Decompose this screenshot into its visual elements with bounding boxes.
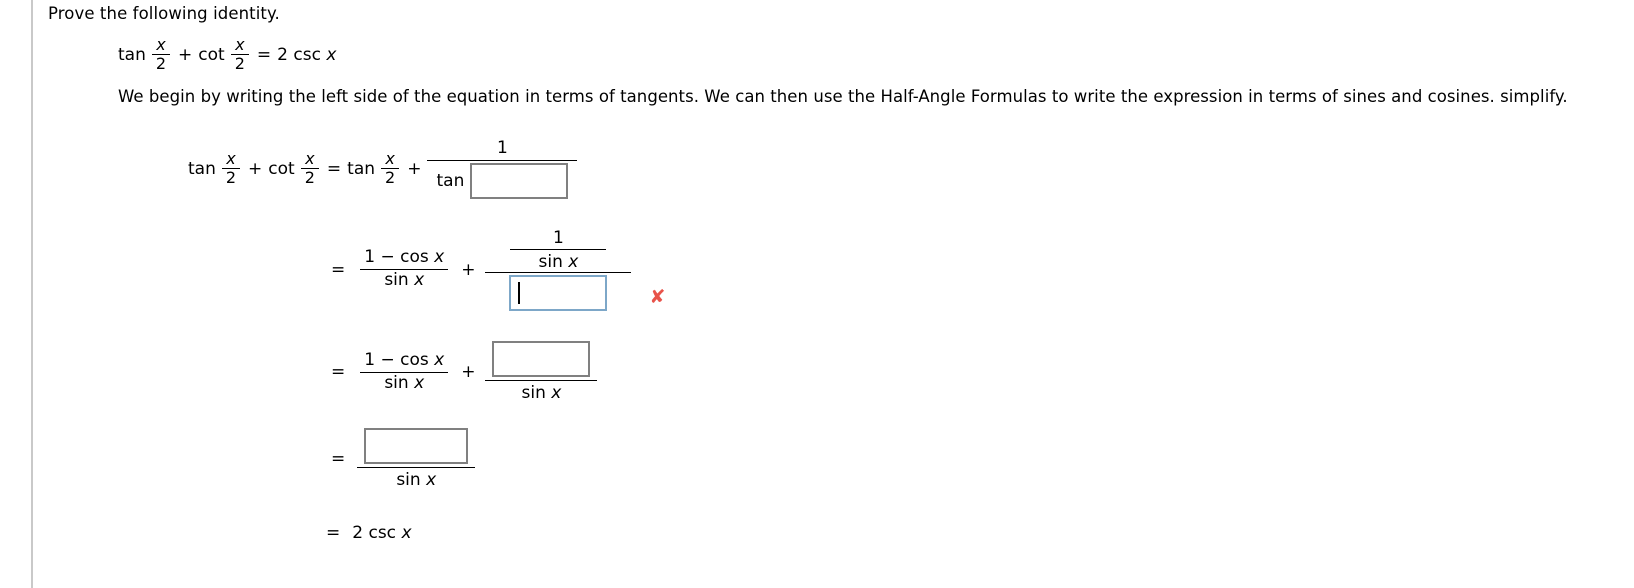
equals-sign: =: [326, 523, 341, 543]
numerator-x: x: [156, 35, 166, 54]
step-3-answer-input[interactable]: [492, 341, 591, 377]
fraction-x-over-2: x 2: [381, 148, 400, 188]
problem-page: Prove the following identity. tan x 2 + …: [0, 0, 1634, 588]
step-2-right-numerator-fraction: 1 sin x: [485, 228, 632, 273]
text-caret: [518, 282, 521, 304]
numerator-x: x: [305, 148, 315, 168]
plus-operator: +: [461, 362, 476, 382]
step-4-numerator-area: [357, 428, 476, 468]
step-3-numerator-area: [485, 341, 598, 381]
step-3-right-fraction: sin x: [485, 341, 598, 403]
denominator-2: 2: [151, 54, 171, 73]
inner-denominator: sin x: [538, 252, 579, 272]
fraction-x-over-2: x 2: [300, 148, 319, 188]
identity-right-side: 2 csc x: [277, 44, 337, 65]
denominator-2: 2: [230, 54, 249, 73]
denominator-2: 2: [381, 168, 400, 187]
step-4-answer-input[interactable]: [364, 428, 469, 464]
tan-label: tan: [188, 158, 216, 179]
step-2-left-numerator: 1 − cos x: [360, 248, 449, 270]
plus-operator: +: [248, 158, 263, 179]
step-3-left-fraction: 1 − cos x sin x: [360, 350, 449, 393]
sin-x-label: sin x: [396, 470, 437, 490]
identity-statement: tan x 2 + cot x 2 = 2 csc x: [118, 35, 337, 74]
step-1-denominator: tan: [431, 161, 575, 199]
cot-label: cot: [268, 158, 295, 179]
cot-label: cot: [198, 44, 225, 65]
step-2-answer-input[interactable]: [509, 275, 608, 311]
step-5-result: 2 csc x: [352, 523, 412, 543]
denominator-2: 2: [300, 168, 319, 187]
step-2-denominator-area: [503, 273, 613, 311]
step-4-fraction: sin x: [357, 428, 476, 490]
left-margin-rule: [31, 0, 33, 588]
fraction-x-over-2: x 2: [230, 35, 249, 74]
fraction-x-over-2: x 2: [151, 35, 171, 74]
numerator-x: x: [385, 148, 395, 168]
step-2-left-fraction: 1 − cos x sin x: [360, 248, 449, 290]
equals-sign: =: [326, 158, 342, 179]
fraction-x-over-2: x 2: [221, 148, 241, 188]
step-1-answer-input[interactable]: [470, 163, 569, 199]
numerator-x: x: [226, 148, 236, 168]
plus-operator: +: [407, 158, 422, 179]
sin-x-label: sin x: [521, 383, 562, 403]
x-mark-incorrect-icon: ✘: [649, 286, 666, 308]
tan-label: tan: [347, 158, 376, 179]
step-1-row: tan x 2 + cot x 2 = tan x 2 + 1 tan: [188, 138, 578, 199]
step-1-numerator: 1: [427, 138, 578, 161]
denominator-2: 2: [221, 168, 241, 187]
problem-content: Prove the following identity. tan x 2 + …: [48, 0, 1634, 588]
instruction-text: Prove the following identity.: [48, 4, 280, 23]
equals-sign: =: [331, 362, 346, 382]
step-4-row: = sin x: [331, 428, 476, 490]
step-2-right-fraction: 1 sin x: [485, 228, 632, 311]
plus-operator: +: [178, 44, 193, 65]
step-2-row: = 1 − cos x sin x + 1 sin x ✘: [331, 228, 665, 311]
step-3-left-numerator: 1 − cos x: [360, 350, 449, 373]
numerator-x: x: [235, 35, 245, 54]
inner-fraction: 1 sin x: [510, 228, 607, 272]
step-3-left-denominator: sin x: [384, 372, 425, 393]
plus-operator: +: [461, 259, 476, 280]
step-1-fraction: 1 tan: [427, 138, 578, 199]
step-2-left-denominator: sin x: [384, 270, 425, 290]
step-3-denominator: sin x: [516, 381, 568, 403]
step-5-row: = 2 csc x: [326, 523, 412, 543]
tan-label: tan: [436, 171, 465, 191]
step-3-row: = 1 − cos x sin x + sin x: [331, 341, 598, 403]
step-4-denominator: sin x: [390, 468, 442, 490]
inner-numerator: 1: [510, 228, 607, 250]
equals-sign: =: [256, 44, 272, 65]
equals-sign: =: [331, 449, 346, 469]
tan-label: tan: [118, 44, 146, 65]
explanation-text: We begin by writing the left side of the…: [118, 87, 1568, 106]
equals-sign: =: [331, 259, 346, 280]
